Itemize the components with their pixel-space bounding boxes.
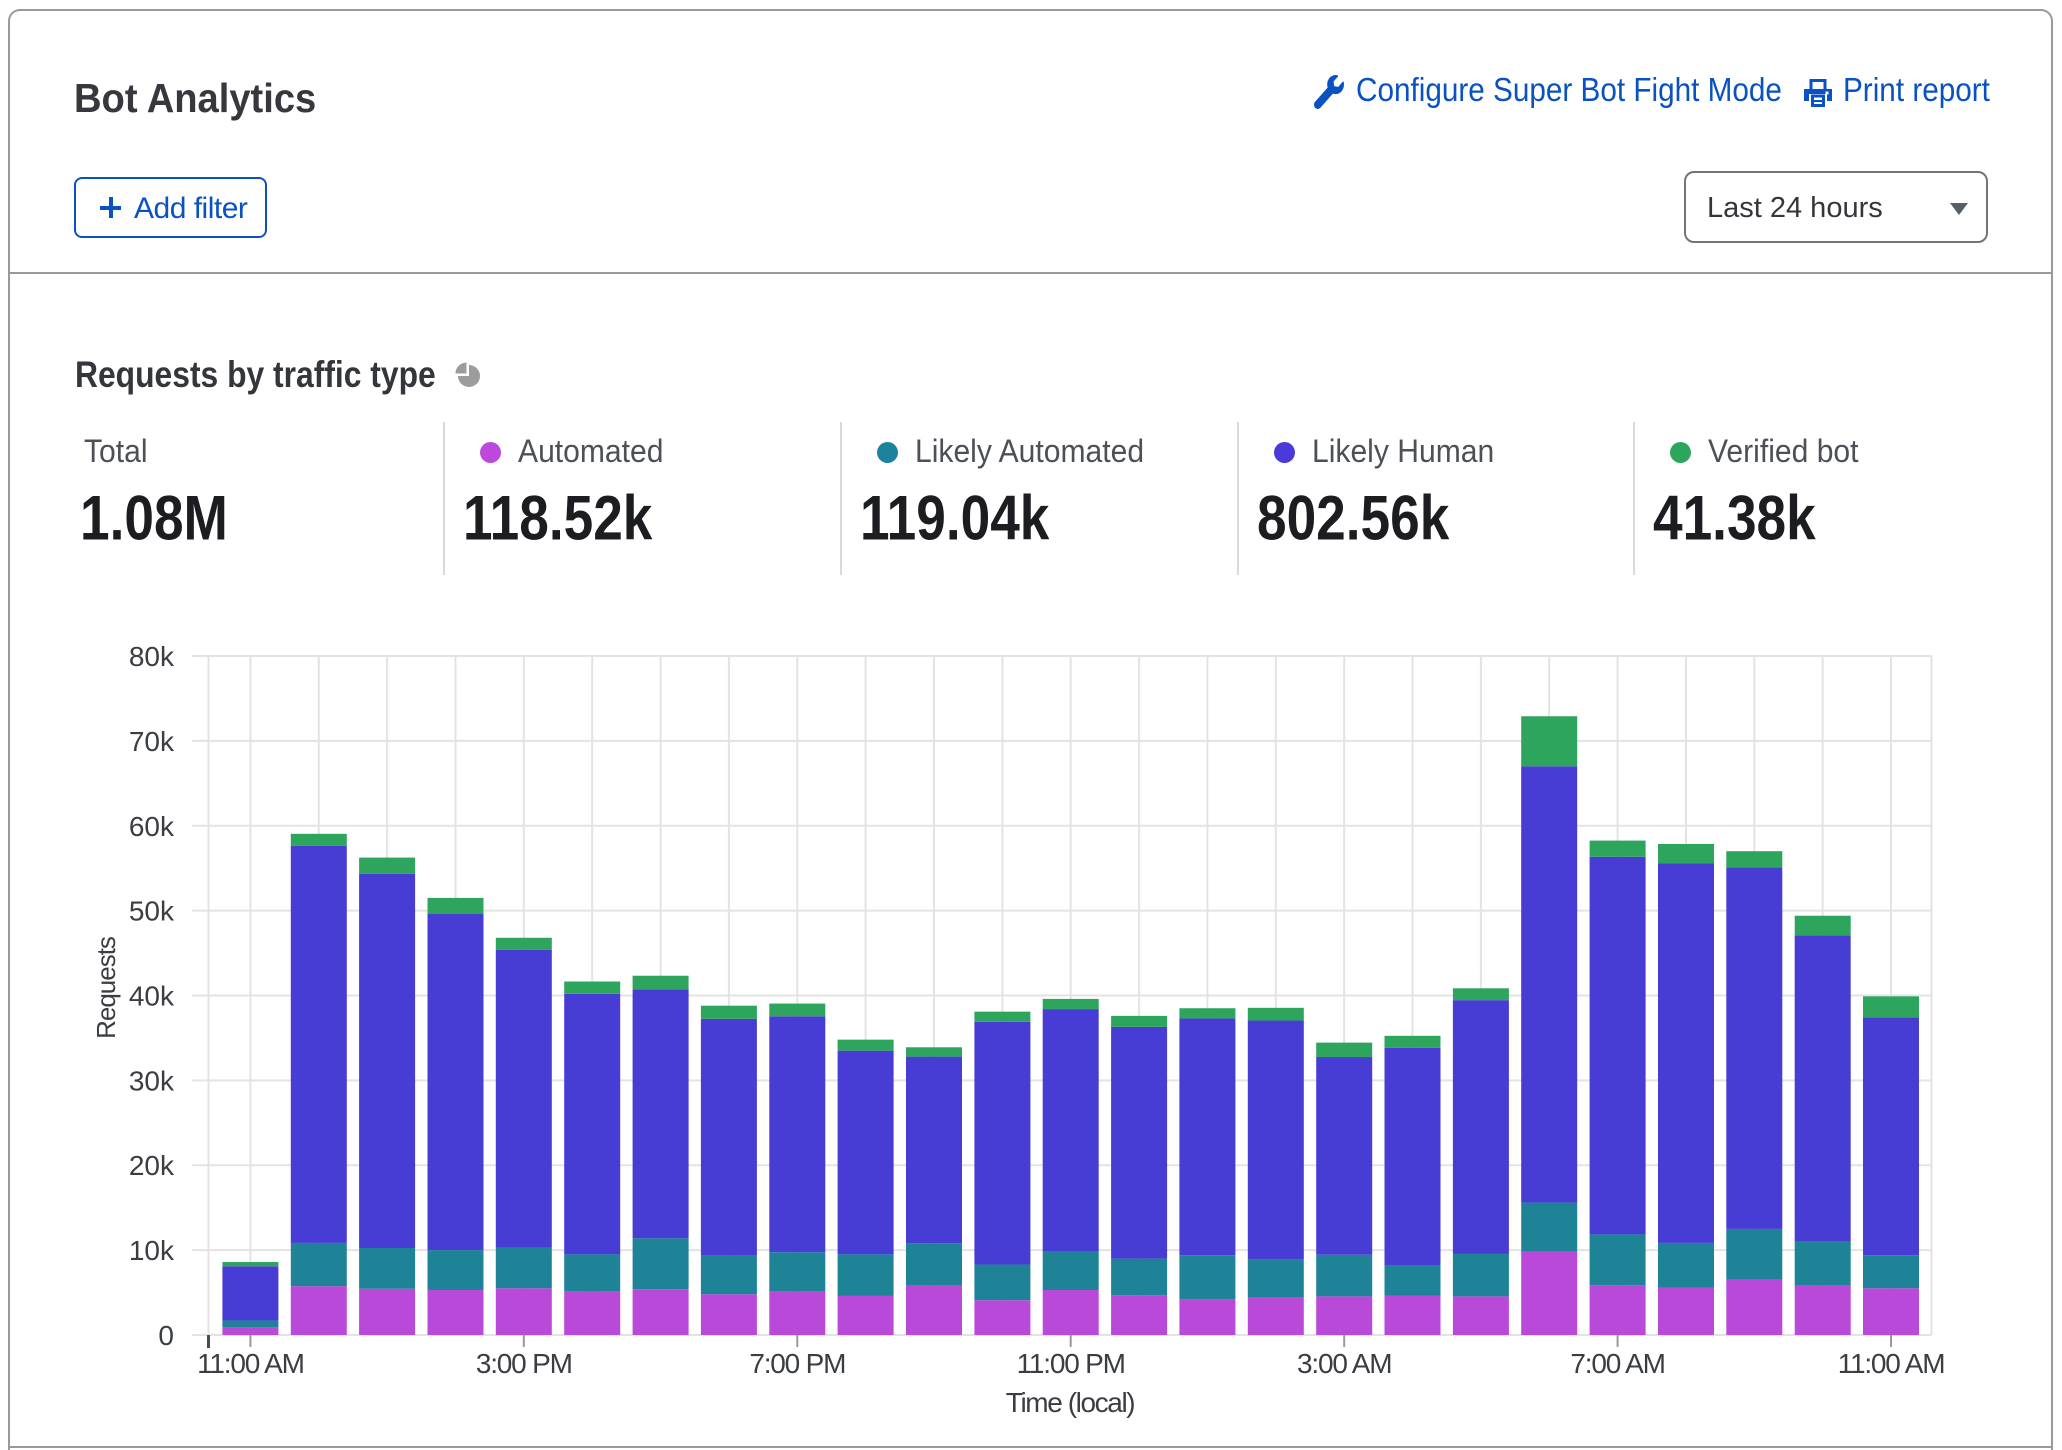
svg-text:30k: 30k xyxy=(129,1065,175,1096)
svg-text:3:00 AM: 3:00 AM xyxy=(1297,1348,1391,1379)
svg-text:11:00 PM: 11:00 PM xyxy=(1017,1348,1125,1379)
svg-text:3:00 PM: 3:00 PM xyxy=(476,1348,572,1379)
svg-text:Requests: Requests xyxy=(91,936,121,1039)
svg-text:70k: 70k xyxy=(129,726,175,757)
svg-text:60k: 60k xyxy=(129,811,175,842)
svg-text:0: 0 xyxy=(158,1320,174,1351)
svg-text:50k: 50k xyxy=(129,896,175,927)
svg-text:80k: 80k xyxy=(129,641,175,672)
svg-text:10k: 10k xyxy=(129,1235,175,1266)
svg-text:20k: 20k xyxy=(129,1150,175,1181)
svg-text:40k: 40k xyxy=(129,981,175,1012)
svg-text:Time (local): Time (local) xyxy=(1006,1387,1134,1418)
svg-text:11:00 AM: 11:00 AM xyxy=(197,1348,304,1379)
svg-text:7:00 PM: 7:00 PM xyxy=(749,1348,845,1379)
svg-text:7:00 AM: 7:00 AM xyxy=(1570,1348,1664,1379)
svg-text:11:00 AM: 11:00 AM xyxy=(1838,1348,1945,1379)
